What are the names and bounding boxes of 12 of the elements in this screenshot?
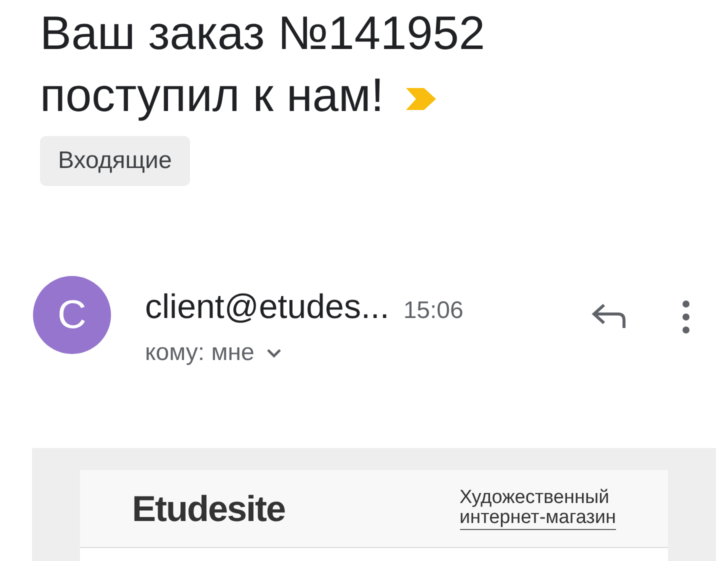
more-options-icon[interactable] [682, 300, 690, 334]
chevron-down-icon[interactable] [266, 348, 282, 358]
email-subject: Ваш заказ №141952 поступил к нам! [40, 5, 486, 123]
message-time: 15:06 [403, 296, 464, 326]
recipient-text: кому: мне [145, 338, 254, 368]
sender-address[interactable]: client@etudes... [145, 282, 390, 333]
store-logo[interactable]: Etudesite [132, 482, 286, 536]
important-marker-icon[interactable] [404, 86, 438, 112]
sender-avatar: C [33, 276, 111, 354]
store-tagline: интернет-магазин [460, 508, 616, 528]
label-chip[interactable]: Входящие [40, 136, 190, 186]
store-tagline: Художественный [460, 488, 610, 508]
